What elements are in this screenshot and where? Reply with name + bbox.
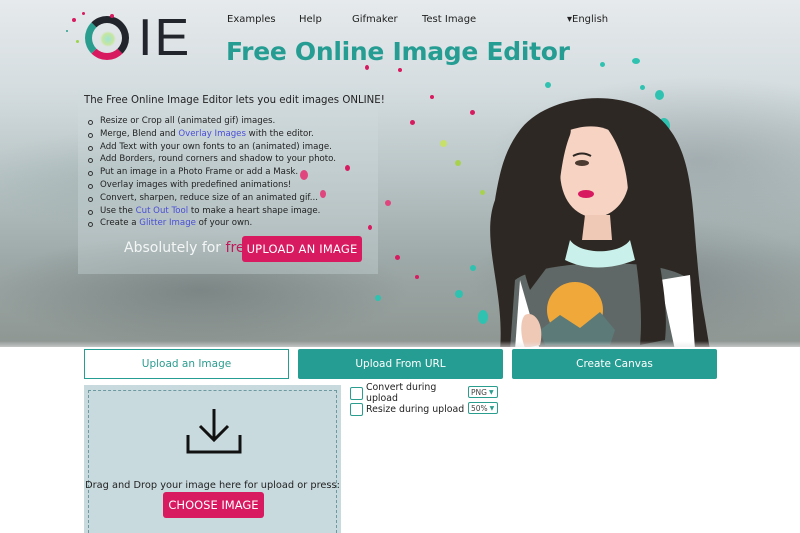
chevron-down-icon: ▼ [488, 388, 494, 396]
download-icon [186, 409, 242, 454]
tab-upload-from-url[interactable]: Upload From URL [298, 349, 503, 379]
nav-test-image[interactable]: Test Image [422, 14, 476, 25]
feature-item: Add Borders, round corners and shadow to… [88, 154, 336, 165]
convert-checkbox[interactable] [350, 386, 363, 400]
hero-banner: IE Examples Help Gifmaker Test Image ▾En… [0, 0, 800, 347]
resize-label: Resize during upload [366, 403, 465, 415]
feature-item: Merge, Blend and Overlay Images with the… [88, 128, 336, 141]
site-logo[interactable]: IE [66, 9, 198, 67]
tab-upload-image[interactable]: Upload an Image [84, 349, 289, 379]
splatter-dot [72, 18, 76, 22]
drop-zone[interactable]: Drag and Drop your image here for upload… [84, 385, 341, 533]
splatter-dot [82, 12, 85, 15]
nav-help[interactable]: Help [299, 14, 322, 25]
convert-option: Convert during upload [350, 382, 471, 404]
feature-item: Use the Cut Out Tool to make a heart sha… [88, 205, 336, 218]
overlay-images-link[interactable]: Overlay Images [178, 129, 246, 139]
resize-percent-select[interactable]: 50% ▼ [468, 402, 498, 414]
resize-checkbox[interactable] [350, 402, 363, 416]
splatter-dot [110, 14, 114, 18]
feature-item: Resize or Crop all (animated gif) images… [88, 115, 336, 128]
feature-item: Convert, sharpen, reduce size of an anim… [88, 192, 336, 205]
choose-image-button[interactable]: CHOOSE IMAGE [163, 492, 264, 518]
intro-text: The Free Online Image Editor lets you ed… [84, 95, 385, 106]
glitter-image-link[interactable]: Glitter Image [139, 218, 196, 228]
character-illustration [490, 98, 710, 347]
feature-item: Add Text with your own fonts to an (anim… [88, 141, 336, 154]
page-title: Free Online Image Editor [226, 37, 570, 66]
resize-option: Resize during upload [350, 402, 471, 416]
free-tagline: Absolutely for free [124, 240, 254, 256]
tab-create-canvas[interactable]: Create Canvas [512, 349, 717, 379]
feature-item: Overlay images with predefined animation… [88, 179, 336, 192]
drop-instructions: Drag and Drop your image here for upload… [85, 480, 340, 491]
feature-item: Create a Glitter Image of your own. [88, 217, 336, 230]
nav-gifmaker[interactable]: Gifmaker [352, 14, 398, 25]
language-selector[interactable]: ▾English [567, 14, 608, 25]
logo-ring-icon [85, 16, 129, 60]
splatter-dot [66, 30, 68, 32]
upload-image-button[interactable]: UPLOAD AN IMAGE [242, 236, 362, 262]
chevron-down-icon: ▼ [489, 404, 495, 412]
nav-examples[interactable]: Examples [227, 14, 276, 25]
splatter-dot [76, 40, 79, 43]
logo-text: IE [138, 9, 192, 67]
convert-label: Convert during upload [366, 382, 437, 404]
convert-format-select[interactable]: PNG ▼ [468, 386, 498, 398]
cut-out-tool-link[interactable]: Cut Out Tool [136, 206, 189, 216]
